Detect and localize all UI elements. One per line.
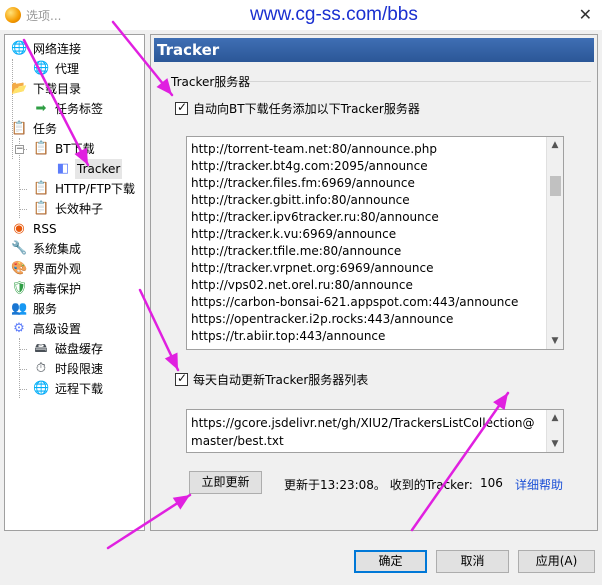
options-tree: − 🌐 网络连接 🌐 代理 📂 下载目录 ➡ 任务标签 📋 任务 📋 BT下载 … [4, 34, 145, 531]
tracker-list-item: http://tracker.ipv6tracker.ru:80/announc… [191, 210, 439, 224]
help-link[interactable]: 详细帮助 [515, 476, 563, 493]
cube-icon: ◧ [56, 161, 70, 176]
tracker-list-item: https://opentracker.i2p.rocks:443/announ… [191, 312, 454, 326]
rss-icon: ◉ [13, 221, 25, 236]
tracker-list-lines: http://torrent-team.net:80/announce.php h… [191, 141, 545, 345]
update-now-button[interactable]: 立即更新 [189, 471, 262, 494]
watermark-text: www.cg-ss.com/bbs [250, 4, 418, 25]
url-scrollbar[interactable]: ▲ ▼ [546, 410, 563, 452]
scroll-down-icon[interactable]: ▼ [547, 436, 563, 452]
settings-icon: ⚙ [13, 321, 25, 336]
scroll-down-icon[interactable]: ▼ [547, 333, 563, 349]
tracker-count: 106 [480, 476, 503, 490]
tracker-list-item: https://tr.abiir.top:443/announce [191, 329, 386, 343]
folder-icon: 📂 [11, 81, 28, 96]
tracker-list-scrollbar[interactable]: ▲ ▼ [546, 137, 563, 349]
clock-icon: ⏱ [35, 361, 47, 376]
tracker-list-item: http://torrent-team.net:80/announce.php [191, 142, 437, 156]
app-icon [5, 7, 21, 23]
people-icon: 👥 [11, 301, 28, 316]
tracker-list-item: http://tracker.gbitt.info:80/announce [191, 193, 410, 207]
tracker-list-item: http://tracker.tfile.me:80/announce [191, 244, 402, 258]
clipboard-icon: 📋 [33, 141, 50, 156]
scroll-up-icon[interactable]: ▲ [547, 410, 563, 426]
tracker-list-url: https://gcore.jsdelivr.net/gh/XIU2/Track… [191, 416, 535, 448]
tracker-list-item: http://tracker.k.vu:6969/announce [191, 227, 397, 241]
apply-button[interactable]: 应用(A) [518, 550, 595, 573]
cancel-button[interactable]: 取消 [436, 550, 509, 573]
globe-icon: 🌐 [33, 61, 50, 76]
auto-update-label[interactable]: 每天自动更新Tracker服务器列表 [193, 371, 368, 388]
scroll-thumb[interactable] [550, 176, 561, 196]
clipboard-icon: 📋 [33, 201, 50, 216]
auto-add-checkbox[interactable] [175, 100, 188, 115]
group-label: Tracker服务器 [171, 75, 251, 89]
tracker-list-item: http://tracker.vrpnet.org:6969/announce [191, 261, 434, 275]
panel-title: Tracker [154, 38, 594, 62]
globe-icon: 🌐 [33, 381, 50, 396]
collapse-bt-expander[interactable]: − [15, 145, 24, 154]
group-divider [247, 81, 591, 82]
clipboard-icon: 📋 [11, 121, 28, 136]
auto-update-checkbox[interactable] [175, 371, 188, 386]
ok-button[interactable]: 确定 [354, 550, 427, 573]
globe-icon: 🌐 [11, 41, 28, 56]
disk-icon: 🖴 [34, 341, 48, 356]
wrench-icon: 🔧 [11, 241, 28, 256]
tracker-settings-panel: Tracker Tracker服务器 自动向BT下载任务添加以下Tracker服… [150, 34, 598, 531]
window-title: 选项... [26, 9, 62, 23]
shield-icon: 🛡 [11, 281, 28, 296]
tracker-list-item: https://carbon-bonsai-621.appspot.com:44… [191, 295, 519, 309]
title-bar: 选项... www.cg-ss.com/bbs ✕ [0, 0, 602, 30]
tag-icon: ➡ [35, 101, 47, 116]
close-icon[interactable]: ✕ [579, 5, 592, 24]
palette-icon: 🎨 [11, 261, 28, 276]
tracker-list-item: http://vps02.net.orel.ru:80/announce [191, 278, 413, 292]
tracker-list-item: http://tracker.bt4g.com:2095/announce [191, 159, 428, 173]
scroll-up-icon[interactable]: ▲ [547, 137, 563, 153]
clipboard-icon: 📋 [33, 181, 50, 196]
tracker-list-url-field[interactable]: https://gcore.jsdelivr.net/gh/XIU2/Track… [186, 409, 564, 453]
update-status-text: 更新于13:23:08。 收到的Tracker: [284, 478, 473, 492]
tracker-list[interactable]: http://torrent-team.net:80/announce.php h… [186, 136, 564, 350]
auto-add-label[interactable]: 自动向BT下载任务添加以下Tracker服务器 [193, 100, 420, 117]
tracker-list-item: http://tracker.files.fm:6969/announce [191, 176, 415, 190]
